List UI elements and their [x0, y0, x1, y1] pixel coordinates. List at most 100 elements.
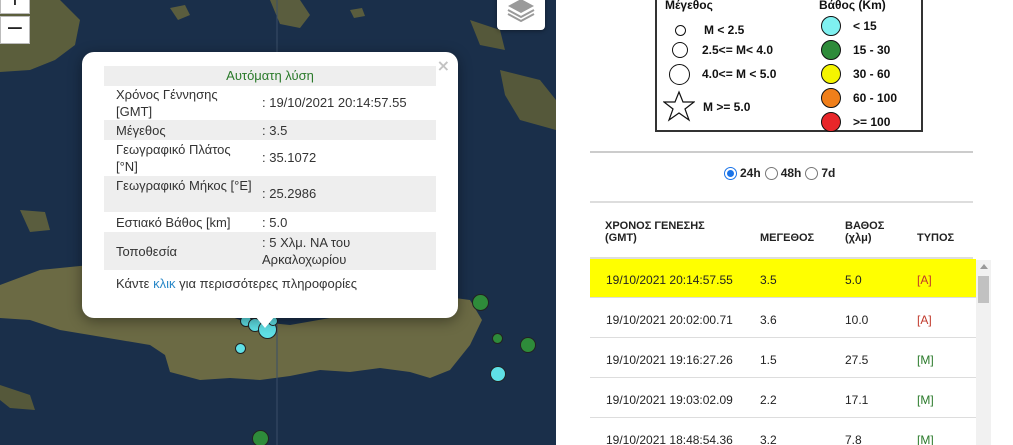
- cell-time: 19/10/2021 20:14:57.55: [606, 273, 733, 287]
- zoom-out-button[interactable]: −: [0, 16, 30, 44]
- depth-circle-icon: [821, 40, 841, 60]
- legend-size-title: Μέγεθος: [665, 0, 713, 12]
- map-legend: Μέγεθος Βάθος (Km) M < 2.5 2.5<= M< 4.0 …: [655, 0, 923, 132]
- legend-depth-title: Βάθος (Km): [819, 0, 886, 12]
- table-row[interactable]: 19/10/2021 19:16:27.26 1.5 27.5 [M]: [590, 339, 976, 378]
- cell-type: [A]: [917, 313, 932, 327]
- cell-time: 19/10/2021 20:02:00.71: [606, 313, 733, 327]
- legend-size-label: 2.5<= M< 4.0: [702, 43, 774, 57]
- star-icon: [662, 89, 696, 125]
- cell-type: [A]: [917, 273, 932, 287]
- cell-magnitude: 2.2: [760, 393, 777, 407]
- popup-value: : 19/10/2021 20:14:57.55: [262, 95, 407, 110]
- period-radio-24h[interactable]: [724, 166, 737, 180]
- depth-circle-icon: [821, 88, 841, 108]
- legend-depth-item: 30 - 60: [821, 64, 890, 84]
- legend-depth-item: 15 - 30: [821, 40, 890, 60]
- popup-tip: [255, 316, 275, 328]
- app-root: + − × Αυτόματη λύση Χρόνος: [0, 0, 1013, 445]
- quake-marker[interactable]: [252, 430, 269, 445]
- quake-marker[interactable]: [235, 343, 246, 354]
- table-row[interactable]: 19/10/2021 18:48:54.36 3.2 7.8 [M]: [590, 419, 976, 445]
- legend-depth-item: 60 - 100: [821, 88, 897, 108]
- popup-label: Τοποθεσία: [116, 244, 178, 259]
- legend-size-label: M < 2.5: [704, 23, 745, 37]
- column-header-time[interactable]: ΧΡΟΝΟΣ ΓΕΝΕΣΗΣ (GMT): [605, 220, 725, 244]
- column-header-type[interactable]: ΤΥΠΟΣ: [917, 232, 954, 244]
- quake-marker[interactable]: [492, 333, 503, 344]
- period-label: 24h: [740, 166, 761, 180]
- zoom-in-button[interactable]: +: [0, 0, 30, 14]
- cell-type: [M]: [917, 353, 934, 367]
- popup-close-button[interactable]: ×: [437, 56, 450, 75]
- legend-depth-label: < 15: [853, 19, 877, 33]
- popup-title: Αυτόματη λύση: [104, 66, 436, 86]
- size-circle-icon: [669, 63, 690, 85]
- popup-label: Μέγεθος: [116, 122, 166, 138]
- popup-value: : 5.0: [262, 214, 288, 230]
- layers-button[interactable]: [497, 0, 545, 30]
- legend-size-small: M < 2.5: [671, 20, 744, 40]
- legend-depth-item: >= 100: [821, 112, 890, 132]
- table-row[interactable]: 19/10/2021 19:03:02.09 2.2 17.1 [M]: [590, 379, 976, 418]
- cell-magnitude: 3.5: [760, 273, 777, 287]
- popup-row-magnitude: Μέγεθος : 3.5: [104, 120, 436, 140]
- table-row[interactable]: 19/10/2021 20:02:00.71 3.6 10.0 [A]: [590, 299, 976, 338]
- map-view[interactable]: + − × Αυτόματη λύση Χρόνος: [0, 0, 556, 445]
- column-header-depth[interactable]: ΒΑΘΟΣ (χλμ): [845, 220, 895, 244]
- popup-row-latitude: Γεωγραφικό Πλάτος [°N] : 35.1072: [104, 140, 436, 176]
- legend-size-medium: 2.5<= M< 4.0: [671, 40, 773, 60]
- legend-size-large: 4.0<= M < 5.0: [669, 63, 777, 85]
- popup-value: : 5 Χλμ. ΝΑ του Αρκαλοχωρίου: [262, 235, 351, 267]
- cell-time: 19/10/2021 18:48:54.36: [606, 433, 733, 445]
- cell-time: 19/10/2021 19:16:27.26: [606, 353, 733, 367]
- quake-marker[interactable]: [520, 337, 536, 353]
- column-header-magnitude[interactable]: ΜΕΓΕΘΟΣ: [760, 232, 814, 244]
- cell-depth: 10.0: [845, 313, 869, 327]
- quake-marker[interactable]: [472, 294, 489, 311]
- period-selector: 24h 48h 7d: [724, 166, 839, 180]
- legend-depth-label: 60 - 100: [853, 91, 898, 105]
- table-header: ΧΡΟΝΟΣ ΓΕΝΕΣΗΣ (GMT) ΜΕΓΕΘΟΣ ΒΑΘΟΣ (χλμ)…: [590, 208, 973, 258]
- quake-marker[interactable]: [490, 366, 506, 382]
- cell-depth: 17.1: [845, 393, 869, 407]
- popup-value: : 35.1072: [262, 150, 317, 165]
- scrollbar-thumb[interactable]: [978, 276, 989, 303]
- popup-label: Εστιακό Βάθος [km]: [116, 214, 231, 230]
- more-info-link[interactable]: κλικ: [153, 276, 175, 291]
- period-radio-48h[interactable]: [764, 166, 778, 180]
- scroll-up-arrow-icon[interactable]: [980, 264, 988, 269]
- legend-size-label: M >= 5.0: [703, 100, 751, 114]
- popup-more-info: Κάντε κλικ για περισσότερες πληροφορίες: [104, 276, 436, 292]
- popup-label: Χρόνος Γέννησης [GMT]: [116, 87, 218, 119]
- section-divider: [590, 151, 973, 153]
- legend-depth-item: < 15: [821, 16, 877, 36]
- legend-depth-label: 15 - 30: [853, 43, 891, 57]
- cell-depth: 5.0: [845, 273, 862, 287]
- legend-depth-label: >= 100: [853, 115, 891, 129]
- depth-circle-icon: [821, 112, 841, 132]
- layers-icon: [506, 0, 536, 28]
- popup-row-depth: Εστιακό Βάθος [km] : 5.0: [104, 212, 436, 232]
- size-circle-icon: [672, 42, 688, 58]
- cell-type: [M]: [917, 393, 934, 407]
- period-label: 7d: [821, 166, 836, 180]
- legend-depth-label: 30 - 60: [853, 67, 891, 81]
- cell-depth: 7.8: [845, 433, 862, 445]
- period-label: 48h: [780, 166, 802, 180]
- cell-type: [M]: [917, 433, 934, 445]
- legend-size-star: M >= 5.0: [662, 89, 751, 125]
- legend-size-label: 4.0<= M < 5.0: [702, 67, 777, 81]
- popup-row-location: Τοποθεσία : 5 Χλμ. ΝΑ του Αρκαλοχωρίου: [104, 232, 436, 270]
- popup-row-longitude: Γεωγραφικό Μήκος [°E] : 25.2986: [104, 176, 436, 212]
- cell-magnitude: 3.6: [760, 313, 777, 327]
- more-info-suffix: για περισσότερες πληροφορίες: [175, 276, 358, 291]
- table-row[interactable]: 19/10/2021 20:14:57.55 3.5 5.0 [A]: [590, 259, 976, 298]
- popup-row-time: Χρόνος Γέννησης [GMT] : 19/10/2021 20:14…: [104, 86, 436, 120]
- quake-popup: × Αυτόματη λύση Χρόνος Γέννησης [GMT] : …: [82, 52, 458, 318]
- size-circle-icon: [675, 24, 686, 36]
- depth-circle-icon: [821, 64, 841, 84]
- period-radio-7d[interactable]: [805, 166, 819, 180]
- popup-label: Γεωγραφικό Πλάτος [°N]: [116, 142, 231, 174]
- cell-magnitude: 3.2: [760, 433, 777, 445]
